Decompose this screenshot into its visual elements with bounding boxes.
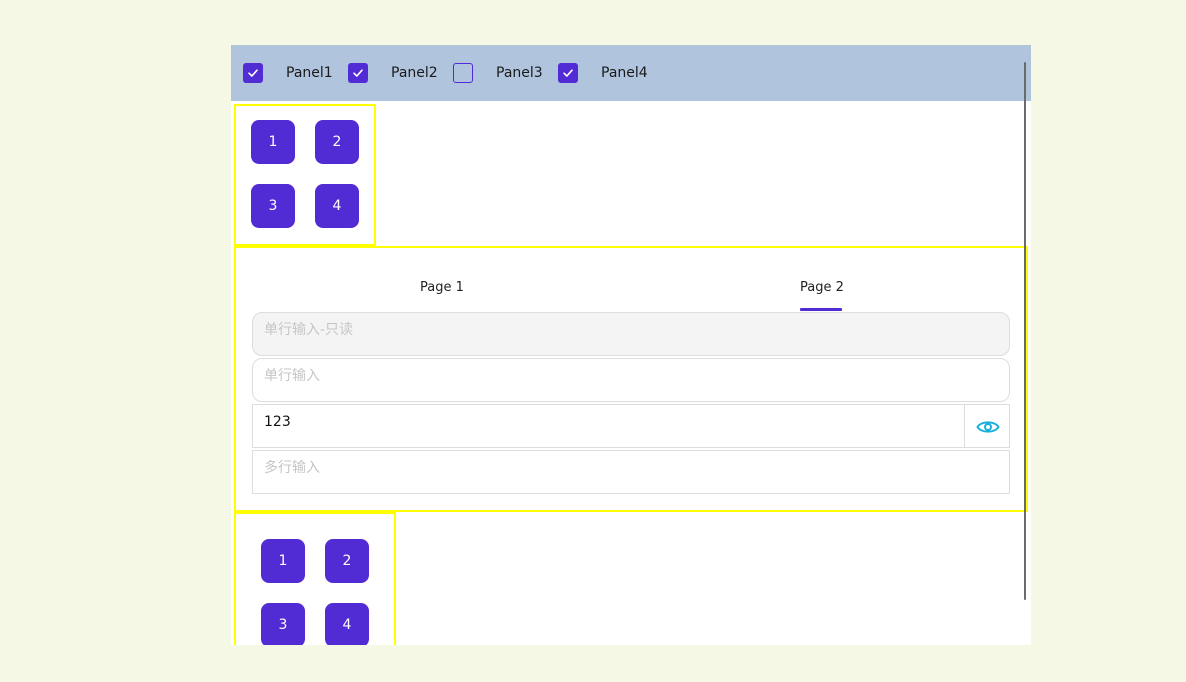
selected-tab-indicator [800, 308, 842, 311]
readonly-single-line-input[interactable]: 单行输入-只读 [252, 312, 1010, 356]
grid-button-2[interactable]: 2 [325, 539, 369, 583]
single-line-input[interactable]: 单行输入 [252, 358, 1010, 402]
check-icon [248, 69, 258, 77]
panel1-checkbox[interactable] [243, 63, 263, 83]
panel1-container: 1 2 3 4 [234, 104, 376, 246]
tab-page-1[interactable]: Page 1 [420, 279, 464, 297]
grid-button-4[interactable]: 4 [325, 603, 369, 645]
check-icon [563, 69, 573, 77]
grid-button-2[interactable]: 2 [315, 120, 359, 164]
eye-icon [976, 421, 1000, 433]
grid-button-1[interactable]: 1 [261, 539, 305, 583]
grid-button-3[interactable]: 3 [261, 603, 305, 645]
app-window: Panel1 Panel2 Panel3 Panel4 1 2 3 4 Page… [231, 45, 1031, 645]
show-password-button[interactable] [964, 404, 1010, 448]
check-icon [353, 69, 363, 77]
panel1-label: Panel1 [286, 65, 333, 81]
tab-page-2[interactable]: Page 2 [800, 279, 844, 297]
grid-button-1[interactable]: 1 [251, 120, 295, 164]
panel3-container: 1 2 3 4 [234, 512, 396, 645]
grid-button-4[interactable]: 4 [315, 184, 359, 228]
panel4-checkbox[interactable] [558, 63, 578, 83]
panel3-checkbox[interactable] [453, 63, 473, 83]
panel-toggle-bar: Panel1 Panel2 Panel3 Panel4 [231, 45, 1031, 101]
panel2-label: Panel2 [391, 65, 438, 81]
panel2-checkbox[interactable] [348, 63, 368, 83]
multi-line-input[interactable]: 多行输入 [252, 450, 1010, 494]
panel3-label: Panel3 [496, 65, 543, 81]
vertical-scrollbar[interactable] [1024, 62, 1026, 600]
password-input[interactable]: 123 [252, 404, 964, 448]
grid-button-3[interactable]: 3 [251, 184, 295, 228]
panel4-label: Panel4 [601, 65, 648, 81]
